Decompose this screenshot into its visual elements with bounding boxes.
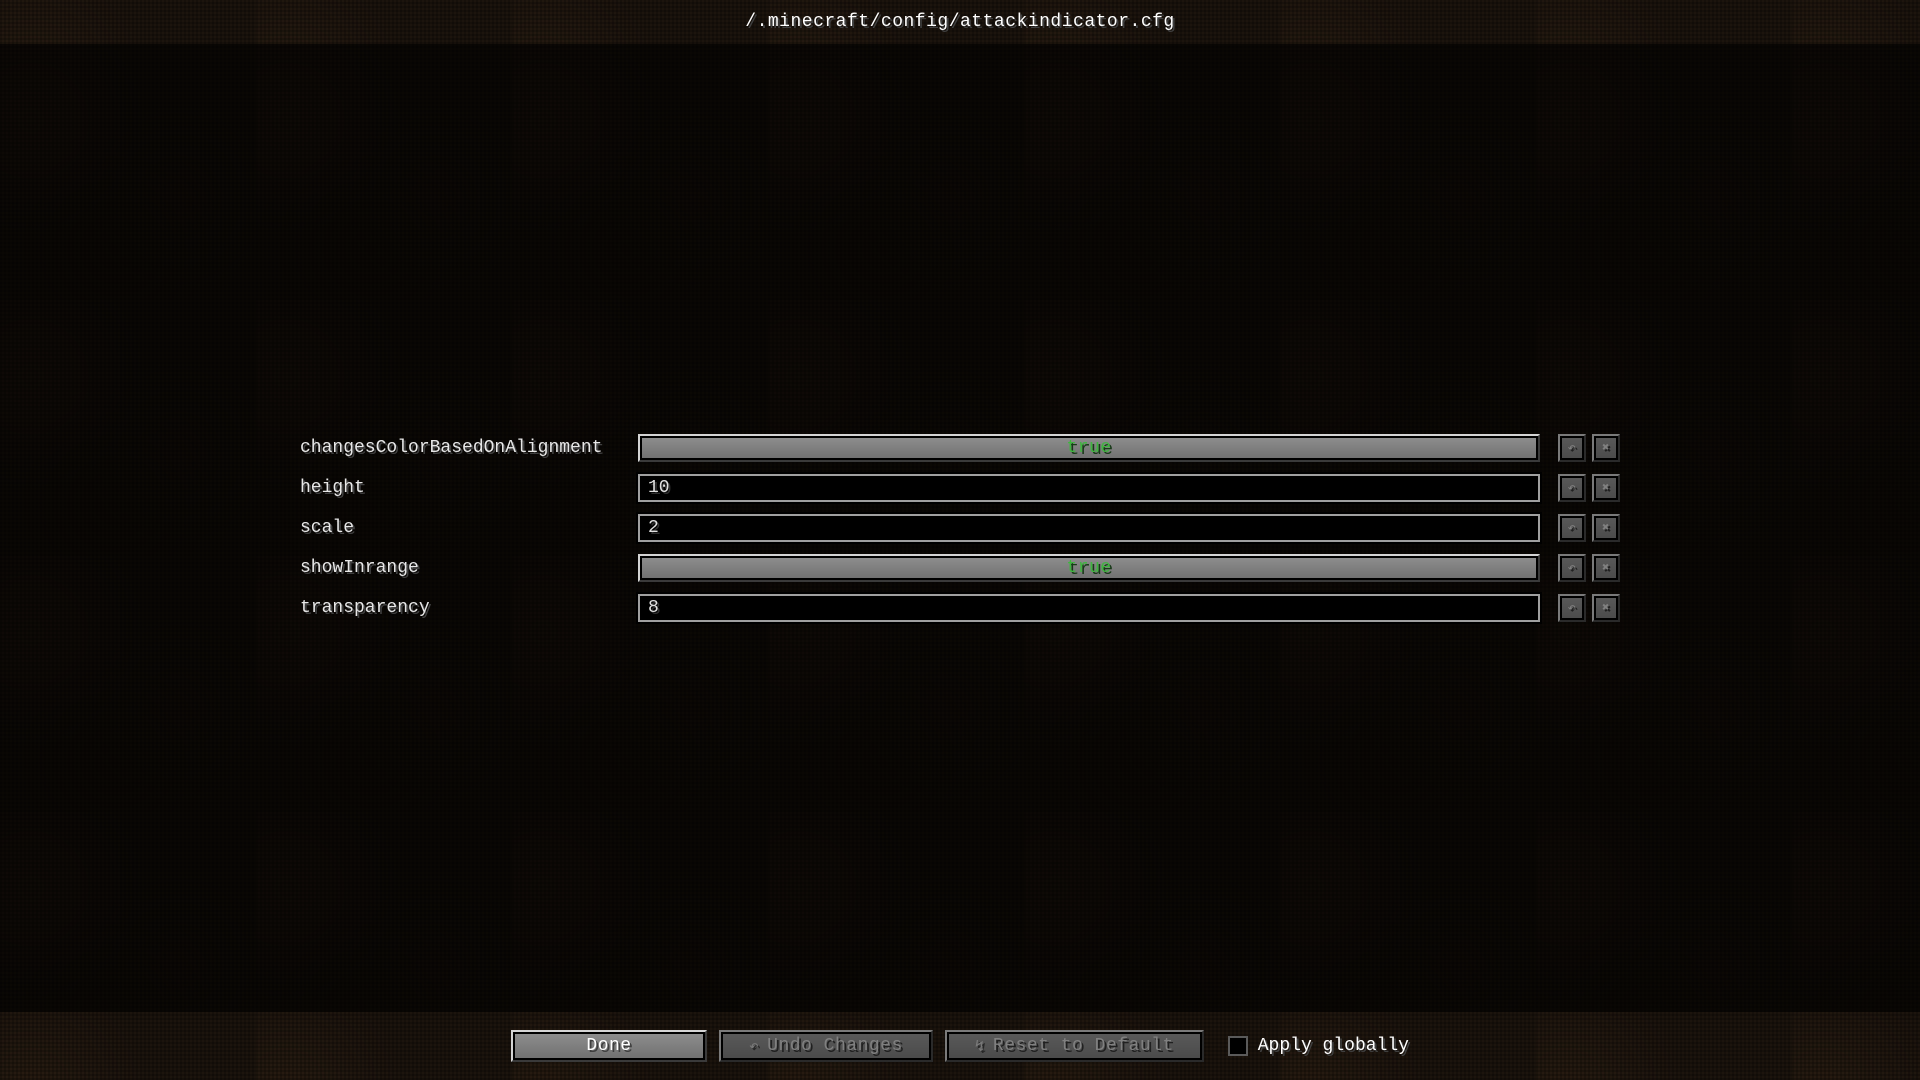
setting-toggle-showInrange[interactable]: true — [638, 554, 1540, 582]
setting-row-scale: scale — [300, 514, 1620, 542]
reset-icon — [1599, 560, 1613, 576]
settings-list: changesColorBasedOnAlignment true height — [300, 434, 1620, 622]
undo-changes-button[interactable]: Undo Changes — [719, 1030, 933, 1062]
undo-row-button[interactable] — [1558, 594, 1586, 622]
apply-globally-checkbox[interactable]: Apply globally — [1228, 1036, 1409, 1056]
title-bar: /.minecraft/config/attackindicator.cfg — [0, 0, 1920, 44]
undo-icon — [749, 1036, 759, 1056]
reset-icon — [1599, 520, 1613, 536]
setting-label: scale — [300, 518, 620, 538]
setting-row-showInrange: showInrange true — [300, 554, 1620, 582]
apply-globally-label: Apply globally — [1258, 1036, 1409, 1056]
undo-icon — [1565, 440, 1579, 457]
setting-label: showInrange — [300, 558, 620, 578]
reset-row-button[interactable] — [1592, 554, 1620, 582]
undo-icon — [1565, 520, 1579, 537]
setting-input-height[interactable] — [638, 474, 1540, 502]
setting-label: changesColorBasedOnAlignment — [300, 438, 620, 458]
reset-row-button[interactable] — [1592, 434, 1620, 462]
setting-input-transparency[interactable] — [638, 594, 1540, 622]
reset-icon: ↯ — [975, 1036, 985, 1056]
bottom-bar: Done Undo Changes ↯ Reset to Default App… — [0, 1012, 1920, 1080]
setting-label: height — [300, 478, 620, 498]
undo-changes-label: Undo Changes — [767, 1036, 903, 1056]
undo-row-button[interactable] — [1558, 514, 1586, 542]
reset-row-button[interactable] — [1592, 514, 1620, 542]
setting-label: transparency — [300, 598, 620, 618]
setting-row-changesColorBasedOnAlignment: changesColorBasedOnAlignment true — [300, 434, 1620, 462]
setting-row-height: height — [300, 474, 1620, 502]
checkbox-box — [1228, 1036, 1248, 1056]
config-path-title: /.minecraft/config/attackindicator.cfg — [745, 12, 1174, 32]
reset-to-default-button[interactable]: ↯ Reset to Default — [945, 1030, 1204, 1062]
setting-input-scale[interactable] — [638, 514, 1540, 542]
setting-toggle-changesColorBasedOnAlignment[interactable]: true — [638, 434, 1540, 462]
reset-row-button[interactable] — [1592, 474, 1620, 502]
done-button[interactable]: Done — [511, 1030, 707, 1062]
setting-row-transparency: transparency — [300, 594, 1620, 622]
undo-icon — [1565, 600, 1579, 617]
reset-icon — [1599, 440, 1613, 456]
reset-icon — [1599, 480, 1613, 496]
undo-row-button[interactable] — [1558, 554, 1586, 582]
undo-row-button[interactable] — [1558, 434, 1586, 462]
settings-scroll-area: changesColorBasedOnAlignment true height — [0, 44, 1920, 1012]
undo-icon — [1565, 560, 1579, 577]
reset-to-default-label: Reset to Default — [993, 1036, 1174, 1056]
reset-icon — [1599, 600, 1613, 616]
undo-row-button[interactable] — [1558, 474, 1586, 502]
reset-row-button[interactable] — [1592, 594, 1620, 622]
undo-icon — [1565, 480, 1579, 497]
